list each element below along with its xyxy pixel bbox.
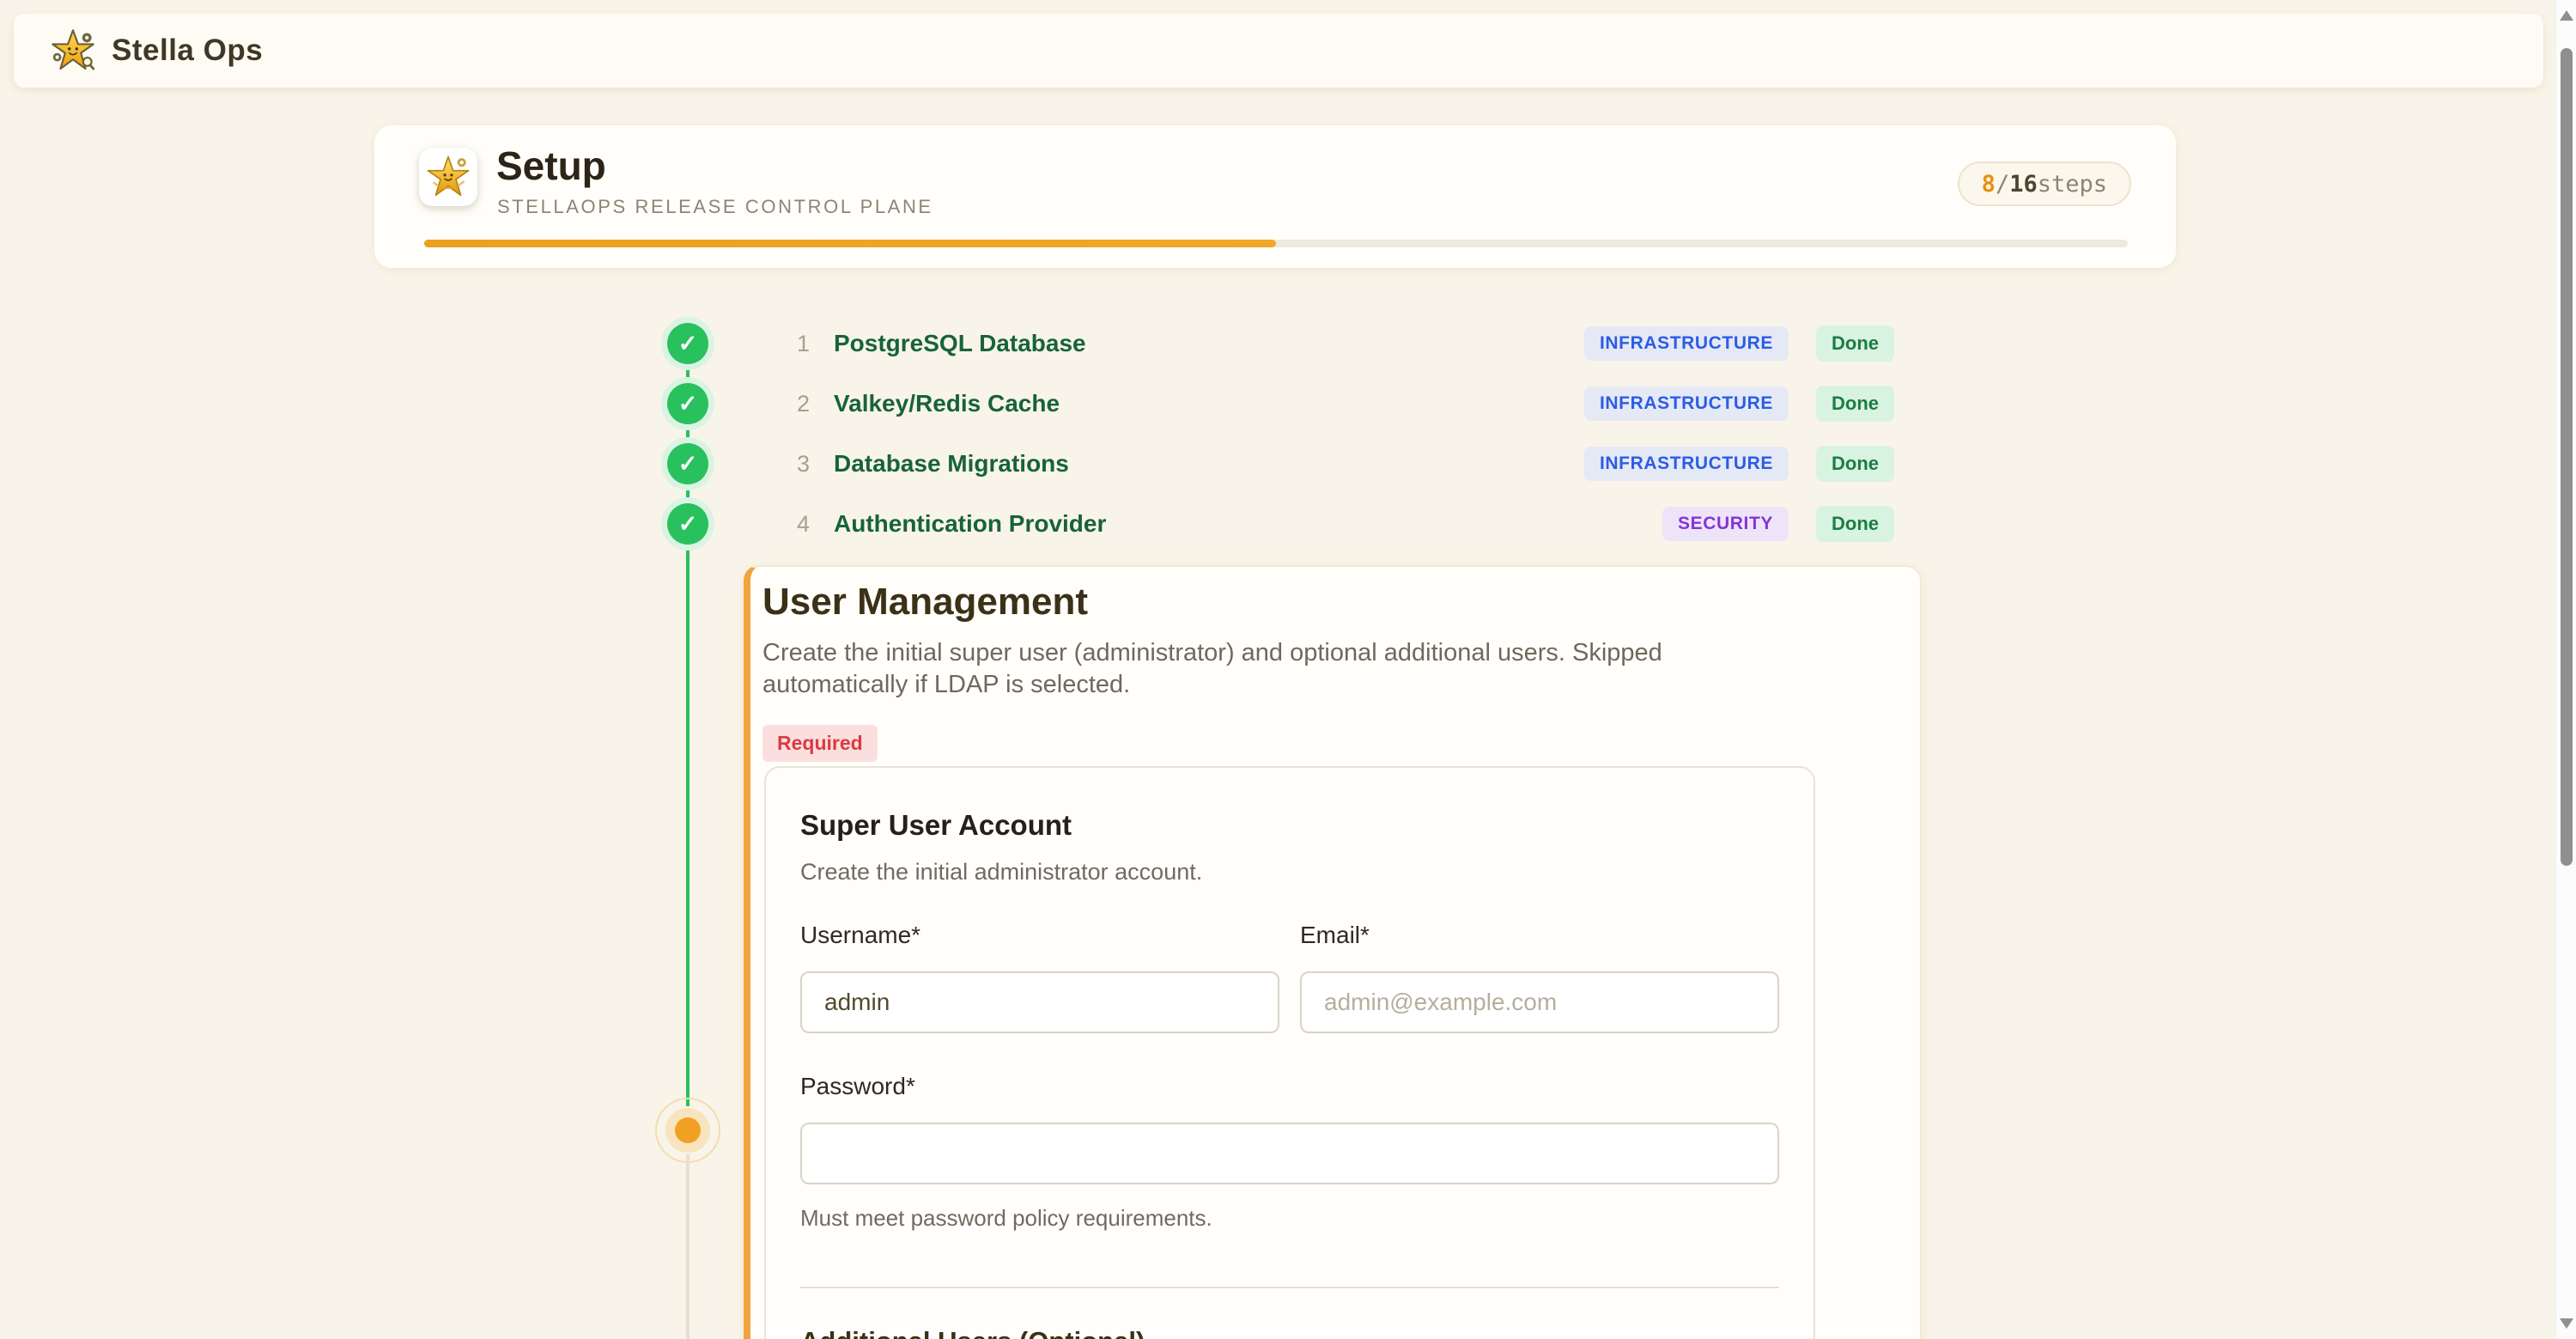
setup-header-card: Setup STELLAOPS RELEASE CONTROL PLANE 8/… bbox=[374, 125, 2176, 268]
step-row-db-migrations[interactable]: ✓ 3 Database Migrations INFRASTRUCTURE D… bbox=[667, 443, 1894, 484]
check-icon: ✓ bbox=[667, 503, 708, 545]
required-badge: Required bbox=[762, 725, 878, 762]
setup-title: Setup bbox=[496, 143, 606, 189]
scrollbar-thumb[interactable] bbox=[2561, 48, 2573, 866]
app-header: Stella Ops bbox=[14, 14, 2543, 88]
step-number: 2 bbox=[770, 391, 810, 417]
step-title[interactable]: PostgreSQL Database bbox=[834, 330, 1086, 357]
username-input[interactable] bbox=[800, 971, 1279, 1033]
step-title[interactable]: Valkey/Redis Cache bbox=[834, 390, 1060, 417]
current-step-indicator bbox=[655, 1098, 720, 1163]
status-badge: Done bbox=[1816, 446, 1894, 482]
steps-progress-badge: 8/16 steps bbox=[1958, 161, 2131, 206]
stellaops-logo-icon bbox=[50, 27, 96, 74]
current-step-dot bbox=[675, 1117, 701, 1143]
setup-subtitle: STELLAOPS RELEASE CONTROL PLANE bbox=[497, 196, 933, 218]
category-badge: SECURITY bbox=[1662, 507, 1789, 541]
setup-progress-fill bbox=[424, 240, 1276, 247]
section-divider bbox=[800, 1287, 1779, 1288]
steps-separator: / bbox=[1996, 171, 2009, 198]
super-user-card: Super User Account Create the initial ad… bbox=[764, 766, 1815, 1339]
timeline-pending-line bbox=[686, 1154, 690, 1339]
vertical-scrollbar[interactable] bbox=[2555, 0, 2576, 1339]
email-input[interactable] bbox=[1300, 971, 1779, 1033]
app-title: Stella Ops bbox=[112, 33, 263, 68]
password-label: Password* bbox=[800, 1073, 1779, 1100]
check-icon: ✓ bbox=[667, 443, 708, 484]
section-title: User Management bbox=[762, 581, 1886, 624]
step-number: 3 bbox=[770, 451, 810, 478]
step-row-auth-provider[interactable]: ✓ 4 Authentication Provider SECURITY Don… bbox=[667, 503, 1894, 545]
category-badge: INFRASTRUCTURE bbox=[1584, 386, 1789, 421]
step-title[interactable]: Database Migrations bbox=[834, 450, 1069, 478]
super-user-description: Create the initial administrator account… bbox=[800, 859, 1779, 886]
status-badge: Done bbox=[1816, 506, 1894, 542]
status-badge: Done bbox=[1816, 386, 1894, 422]
setup-progress-bar bbox=[424, 240, 2128, 247]
status-badge: Done bbox=[1816, 326, 1894, 362]
step-number: 4 bbox=[770, 511, 810, 538]
check-icon: ✓ bbox=[667, 323, 708, 364]
step-row-valkey-redis[interactable]: ✓ 2 Valkey/Redis Cache INFRASTRUCTURE Do… bbox=[667, 383, 1894, 424]
step-number: 1 bbox=[770, 331, 810, 357]
email-label: Email* bbox=[1300, 922, 1779, 949]
step-row-postgresql[interactable]: ✓ 1 PostgreSQL Database INFRASTRUCTURE D… bbox=[667, 323, 1894, 364]
category-badge: INFRASTRUCTURE bbox=[1584, 447, 1789, 481]
setup-logo-tile bbox=[419, 148, 477, 206]
password-helper-text: Must meet password policy requirements. bbox=[800, 1205, 1779, 1232]
steps-total-count: 16 bbox=[2009, 171, 2038, 198]
setup-logo-icon bbox=[424, 153, 472, 201]
password-input[interactable] bbox=[800, 1123, 1779, 1184]
section-description: Create the initial super user (administr… bbox=[762, 637, 1750, 701]
username-label: Username* bbox=[800, 922, 1279, 949]
scroll-up-icon[interactable] bbox=[2560, 10, 2573, 21]
additional-users-title: Additional Users (Optional) bbox=[800, 1326, 1779, 1339]
check-icon: ✓ bbox=[667, 383, 708, 424]
scroll-down-icon[interactable] bbox=[2560, 1318, 2573, 1329]
category-badge: INFRASTRUCTURE bbox=[1584, 326, 1789, 361]
step-title[interactable]: Authentication Provider bbox=[834, 510, 1106, 538]
super-user-title: Super User Account bbox=[800, 809, 1779, 842]
steps-suffix: steps bbox=[2038, 171, 2107, 198]
steps-done-count: 8 bbox=[1982, 171, 1996, 198]
